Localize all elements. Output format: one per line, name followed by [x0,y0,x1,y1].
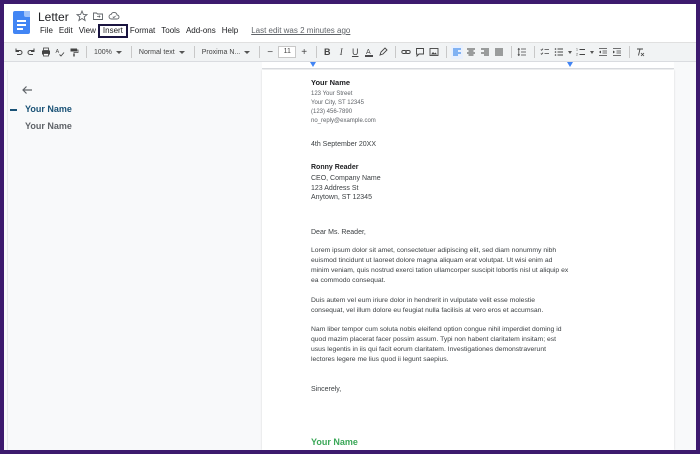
sender-city: Your City, ST 12345 [311,100,364,106]
chevron-down-icon [115,50,122,54]
svg-text:A: A [56,49,60,55]
salutation: Dear Ms. Reader, [311,229,366,236]
app-window: Letter File Edit View Insert Format Tool… [4,4,696,450]
divider [395,46,397,58]
align-center-icon[interactable] [465,45,477,59]
divider [86,46,87,58]
recipient-city: Anytown, ST 12345 [311,194,372,201]
editor-canvas[interactable]: Your Name 123 Your Street Your City, ST … [258,70,696,450]
paragraph-3: Nam liber tempor cum soluta nobis eleife… [311,326,562,363]
menu-tools[interactable]: Tools [158,25,183,37]
sender-email: no_reply@example.com [311,118,376,124]
divider [130,46,132,58]
document-title[interactable]: Letter [38,10,69,24]
divider [446,46,448,58]
title-icons [75,9,120,22]
menu-bar: File Edit View Insert Format Tools Add-o… [37,24,350,38]
title-bar: Letter File Edit View Insert Format Tool… [4,4,696,42]
docs-logo-icon[interactable] [13,11,30,34]
font-size-input[interactable]: 11 [278,46,297,58]
clear-formatting-icon[interactable] [634,45,646,59]
redo-icon[interactable] [26,45,38,59]
last-edit-link[interactable]: Last edit was 2 minutes ago [251,25,350,37]
text-color-icon[interactable]: A [363,45,375,59]
chevron-down-icon[interactable] [567,45,573,59]
sender-phone: (123) 456-7890 [311,109,353,115]
sender-street: 123 Your Street [311,91,353,97]
bold-icon[interactable]: B [321,45,333,59]
underline-icon[interactable]: U [349,45,361,59]
increase-indent-icon[interactable] [611,45,623,59]
link-icon[interactable] [400,45,412,59]
divider [511,46,513,58]
outline-item[interactable]: Your Name [25,121,72,131]
chevron-down-icon[interactable] [589,45,595,59]
spellcheck-icon[interactable]: A [54,45,66,59]
paragraph-1: Lorem ipsum dolor sit amet, consectetuer… [311,247,569,284]
font-select[interactable]: Proxima N... [199,45,254,59]
divider [259,46,261,58]
numbered-list-icon[interactable]: 12 [575,45,587,59]
align-left-icon[interactable] [451,45,464,59]
recipient-title: CEO, Company Name [311,175,381,182]
zoom-select[interactable]: 100% [91,45,125,59]
comment-icon[interactable] [414,45,426,59]
menu-insert[interactable]: Insert [97,24,128,38]
style-select[interactable]: Normal text [136,45,188,59]
horizontal-ruler [4,62,696,69]
divider [629,46,631,58]
svg-text:A: A [366,49,371,56]
decrease-font-size-button[interactable]: − [264,45,276,59]
bulleted-list-icon[interactable] [553,45,565,59]
menu-format[interactable]: Format [127,25,158,37]
menu-help[interactable]: Help [219,25,241,37]
highlight-color-icon[interactable] [377,45,389,59]
ruler-strip [262,62,674,69]
document-outline-pane: Your Name Your Name [8,70,258,450]
svg-text:2: 2 [576,53,578,57]
document-page[interactable]: Your Name 123 Your Street Your City, ST … [262,70,674,450]
zoom-value: 100% [94,48,112,56]
image-icon[interactable] [428,45,440,59]
closing: Sincerely, [311,386,342,393]
divider [316,46,318,58]
print-icon[interactable] [40,45,52,59]
menu-edit[interactable]: Edit [56,25,76,37]
menu-add-ons[interactable]: Add-ons [183,25,219,37]
divider [534,46,536,58]
style-value: Normal text [138,48,175,56]
checklist-icon[interactable] [539,45,551,59]
svg-text:1: 1 [576,48,578,52]
chevron-down-icon [244,50,251,54]
align-right-icon[interactable] [479,45,491,59]
recipient-name: Ronny Reader [311,164,359,171]
back-arrow-icon[interactable] [20,83,34,97]
italic-icon[interactable]: I [335,45,347,59]
align-justify-icon[interactable] [493,45,505,59]
cloud-status-icon[interactable] [108,9,120,21]
chevron-down-icon [178,50,185,54]
font-value: Proxima N... [201,48,241,56]
sender-name: Your Name [311,78,351,87]
outline-heading[interactable]: Your Name [25,104,72,114]
toolbar: A 100% Normal text Proxima N... − 11 + B… [4,42,696,62]
undo-icon[interactable] [12,45,24,59]
paint-format-icon[interactable] [68,45,80,59]
line-spacing-icon[interactable] [516,45,528,59]
divider [193,46,195,58]
move-folder-icon[interactable] [92,9,104,21]
signature-name: Your Name [311,437,358,447]
letter-date: 4th September 20XX [311,141,376,148]
left-indent-marker[interactable] [310,62,316,67]
right-indent-marker[interactable] [567,62,573,67]
menu-view[interactable]: View [76,25,99,37]
increase-font-size-button[interactable]: + [298,45,310,59]
paragraph-2: Duis autem vel eum iriure dolor in hendr… [311,297,544,314]
menu-file[interactable]: File [37,25,56,37]
star-icon[interactable] [75,9,89,22]
decrease-indent-icon[interactable] [597,45,609,59]
active-heading-indicator [10,109,17,111]
